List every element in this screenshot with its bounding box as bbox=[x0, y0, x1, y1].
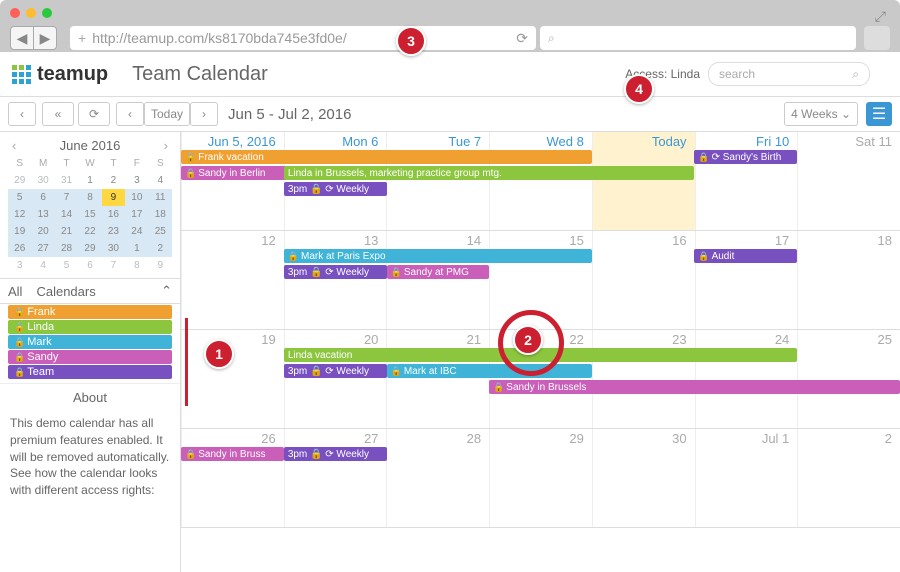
reload-icon[interactable]: ⟳ bbox=[516, 30, 528, 47]
toolbar: ‹ « ⟳ ‹ Today › Jun 5 - Jul 2, 2016 4 We… bbox=[0, 97, 900, 132]
min-dot[interactable] bbox=[26, 8, 36, 18]
close-dot[interactable] bbox=[10, 8, 20, 18]
event[interactable]: 🔒Frank vacation bbox=[181, 150, 592, 164]
event[interactable]: Linda in Brussels, marketing practice gr… bbox=[284, 166, 695, 180]
about-text: This demo calendar has all premium featu… bbox=[0, 411, 180, 503]
today-button[interactable]: Today bbox=[144, 102, 190, 126]
event[interactable]: 3pm 🔒 ⟳ Weekly bbox=[284, 447, 387, 461]
event[interactable]: 🔒Sandy at PMG bbox=[387, 265, 489, 279]
event[interactable]: 3pm 🔒 ⟳ Weekly bbox=[284, 364, 387, 378]
event[interactable]: 🔒Sandy in Brussels bbox=[489, 380, 900, 394]
calendar-tag[interactable]: 🔒Linda bbox=[8, 320, 172, 334]
annotation-3: 3 bbox=[396, 26, 426, 56]
calendar-tag[interactable]: 🔒Frank bbox=[8, 305, 172, 319]
annotation-1: 1 bbox=[204, 339, 234, 369]
first-button[interactable]: « bbox=[42, 102, 74, 126]
max-dot[interactable] bbox=[42, 8, 52, 18]
prev-button[interactable]: ‹ bbox=[116, 102, 144, 126]
about-header: About bbox=[0, 383, 180, 411]
view-select[interactable]: 4 Weeks ⌄ bbox=[784, 102, 858, 126]
forward-button[interactable]: ▶ bbox=[34, 26, 57, 50]
page-title: Team Calendar bbox=[132, 63, 268, 86]
url-bar[interactable]: +http://teamup.com/ks8170bda745e3fd0e/ ⟳ bbox=[70, 26, 536, 50]
browser-chrome: ⤢ ◀ ▶ +http://teamup.com/ks8170bda745e3f… bbox=[0, 0, 900, 52]
date-range: Jun 5 - Jul 2, 2016 bbox=[228, 106, 351, 123]
app-header: teamup Team Calendar Access: Linda searc… bbox=[0, 52, 900, 97]
event[interactable]: 3pm 🔒 ⟳ Weekly bbox=[284, 265, 387, 279]
calendar-tag[interactable]: 🔒Sandy bbox=[8, 350, 172, 364]
event[interactable]: 🔒Sandy in Bruss bbox=[181, 447, 284, 461]
back-button[interactable]: ◀ bbox=[10, 26, 34, 50]
calendar-tag[interactable]: 🔒Mark bbox=[8, 335, 172, 349]
prev-period-button[interactable]: ‹ bbox=[8, 102, 36, 126]
mini-next[interactable]: › bbox=[164, 138, 168, 153]
refresh-button[interactable]: ⟳ bbox=[78, 102, 110, 126]
search-icon: ⌕ bbox=[852, 67, 859, 82]
event[interactable]: 🔒Mark at IBC bbox=[387, 364, 592, 378]
annotation-1-line bbox=[185, 318, 188, 406]
menu-button[interactable]: ☰ bbox=[866, 102, 892, 126]
chevron-up-icon: ⌃ bbox=[161, 283, 172, 299]
search-input[interactable]: search⌕ bbox=[708, 62, 870, 86]
event[interactable]: 🔒Audit bbox=[694, 249, 797, 263]
annotation-4: 4 bbox=[624, 74, 654, 104]
next-button[interactable]: › bbox=[190, 102, 218, 126]
logo: teamup bbox=[12, 63, 108, 86]
expand-icon[interactable]: ⤢ bbox=[875, 8, 886, 25]
browser-button[interactable] bbox=[864, 26, 890, 50]
mini-prev[interactable]: ‹ bbox=[12, 138, 16, 153]
nav-buttons: ◀ ▶ bbox=[10, 26, 57, 50]
event[interactable]: 3pm 🔒 ⟳ Weekly bbox=[284, 182, 387, 196]
event[interactable]: 🔒⟳ Sandy's Birth bbox=[694, 150, 797, 164]
mini-calendar[interactable]: ‹June 2016› SMTWTFS293031123456789101112… bbox=[0, 132, 180, 278]
event[interactable]: 🔒Mark at Paris Expo bbox=[284, 249, 592, 263]
calendars-header[interactable]: All Calendars ⌃ bbox=[0, 278, 180, 304]
sidebar: ‹June 2016› SMTWTFS293031123456789101112… bbox=[0, 132, 181, 572]
annotation-2: 2 bbox=[513, 325, 543, 355]
calendar-tag[interactable]: 🔒Team bbox=[8, 365, 172, 379]
browser-search[interactable]: ⌕ bbox=[540, 26, 856, 50]
